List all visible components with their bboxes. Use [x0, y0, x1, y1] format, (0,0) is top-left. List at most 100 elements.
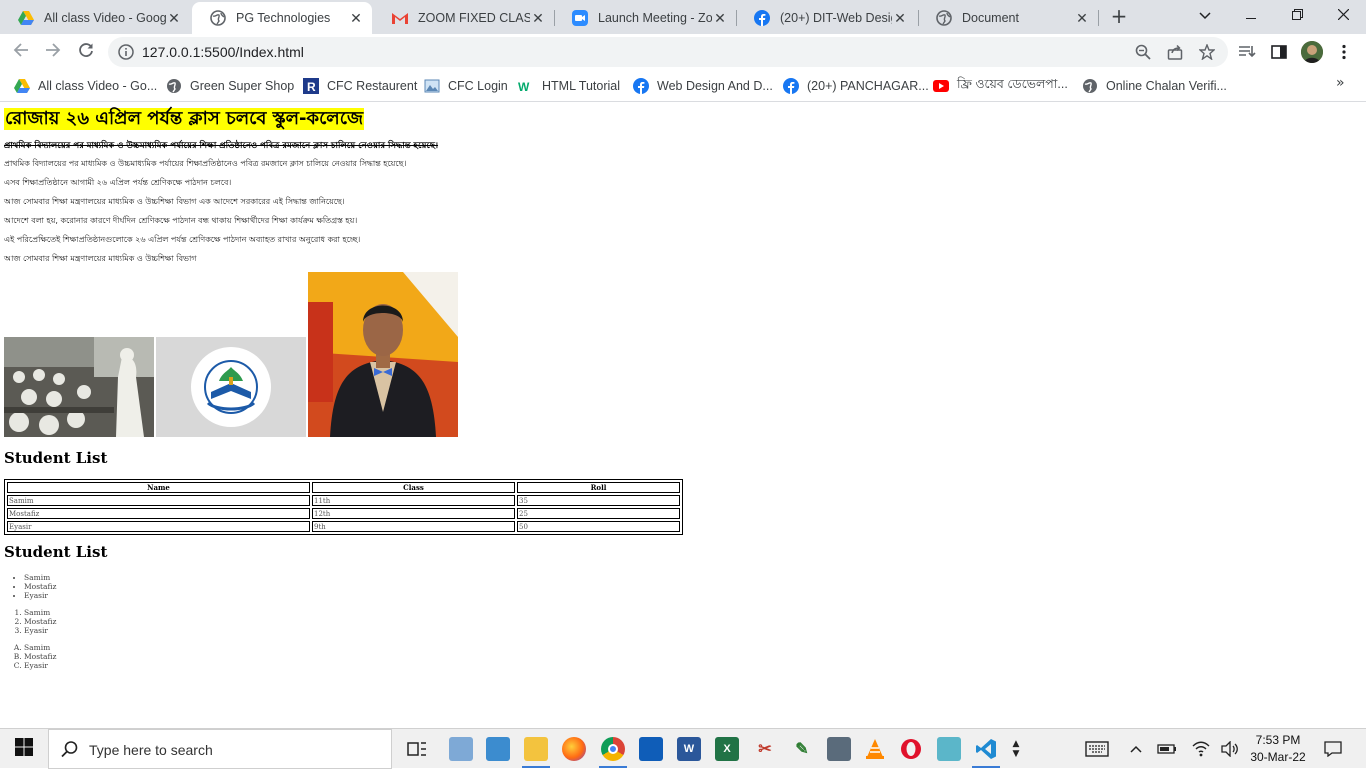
wifi-icon[interactable]: [1191, 739, 1211, 759]
gmail-icon: [392, 10, 408, 26]
calculator-icon[interactable]: [827, 737, 851, 761]
school-logo-image: [156, 337, 306, 437]
file-explorer-icon[interactable]: [524, 737, 548, 761]
word-icon[interactable]: W: [677, 737, 701, 761]
tab-pg-technologies[interactable]: PG Technologies ✕: [192, 2, 372, 34]
taskbar-search-box[interactable]: Type here to search: [48, 729, 392, 769]
new-tab-button[interactable]: +: [1108, 6, 1130, 28]
reading-list-icon[interactable]: [1238, 43, 1256, 61]
bookmark-cfc-restaurent[interactable]: R CFC Restaurent: [303, 76, 417, 96]
bookmark-cfc-login[interactable]: CFC Login: [424, 76, 508, 96]
bookmark-free-web-dev[interactable]: ফ্রি ওয়েব ডেভেলপা...: [933, 76, 1068, 96]
back-button[interactable]: [9, 40, 33, 64]
chevron-up-icon: ▲: [1012, 739, 1020, 749]
snipping-tool-icon[interactable]: ✂: [753, 737, 777, 761]
column-header-name: Name: [7, 482, 310, 493]
close-icon[interactable]: ✕: [530, 10, 546, 27]
app-icon[interactable]: [937, 737, 961, 761]
start-button[interactable]: [0, 729, 48, 769]
vscode-icon[interactable]: [974, 737, 998, 761]
bookmark-online-chalan[interactable]: Online Chalan Verifi...: [1082, 76, 1227, 96]
arrow-left-icon: [13, 42, 29, 62]
forward-button[interactable]: [41, 40, 65, 64]
close-window-button[interactable]: [1320, 0, 1366, 32]
cell-roll: 35: [517, 495, 680, 506]
w3-icon: W: [518, 78, 534, 94]
chevron-down-icon: [1199, 8, 1211, 24]
restore-button[interactable]: [1274, 0, 1320, 32]
bookmark-all-class-video[interactable]: All class Video - Go...: [14, 76, 157, 96]
tab-document[interactable]: Document ✕: [918, 2, 1098, 34]
tab-dit-web-design[interactable]: (20+) DIT-Web Design ✕: [736, 2, 916, 34]
reload-button[interactable]: [74, 40, 98, 64]
tab-divider: [554, 10, 555, 26]
list-item: Samim: [24, 573, 56, 582]
globe-icon: [166, 78, 182, 94]
cell-name: Eyasir: [7, 521, 310, 532]
svg-text:R: R: [307, 80, 316, 94]
column-header-roll: Roll: [517, 482, 680, 493]
list-item: Eyasir: [24, 591, 56, 600]
taskbar-scroll-icon[interactable]: ▲ ▼: [1006, 729, 1026, 769]
task-view-icon[interactable]: [405, 737, 429, 761]
chrome-icon[interactable]: [601, 737, 625, 761]
firefox-icon[interactable]: [562, 737, 586, 761]
info-icon[interactable]: [118, 44, 134, 64]
cell-roll: 50: [517, 521, 680, 532]
minimize-button[interactable]: [1228, 0, 1274, 32]
search-icon: [61, 740, 79, 762]
url-text[interactable]: 127.0.0.1:5500/Index.html: [142, 44, 304, 60]
vlc-icon[interactable]: [863, 737, 887, 761]
close-icon: [1337, 8, 1349, 24]
system-clock[interactable]: 7:53 PM 30-Mar-22: [1246, 732, 1310, 766]
close-icon[interactable]: ✕: [892, 10, 908, 27]
cell-class: 12th: [312, 508, 515, 519]
bookmark-label: Green Super Shop: [190, 79, 295, 93]
classroom-photo: [4, 337, 154, 437]
google-drive-icon: [18, 10, 34, 26]
tab-divider: [918, 10, 919, 26]
paragraph: প্রাথমিক বিদ্যালয়ের পর মাধ্যমিক ও উচ্চম…: [4, 159, 407, 168]
bookmark-web-design[interactable]: Web Design And D...: [633, 76, 773, 96]
control-panel-icon[interactable]: [486, 737, 510, 761]
close-icon[interactable]: ✕: [1074, 10, 1090, 27]
paragraph: আজ সোমবার শিক্ষা মন্ত্রণালয়ের মাধ্যমিক …: [4, 197, 345, 206]
close-icon[interactable]: ✕: [166, 10, 182, 27]
close-icon[interactable]: ✕: [712, 10, 728, 27]
chevron-right-icon[interactable]: »: [1336, 75, 1345, 91]
share-icon[interactable]: [1167, 44, 1183, 60]
keyboard-icon[interactable]: [1084, 739, 1110, 759]
unordered-student-list: Samim Mostafiz Eyasir: [24, 573, 56, 600]
menu-dots-icon[interactable]: [1335, 43, 1353, 61]
excel-icon[interactable]: X: [715, 737, 739, 761]
side-panel-icon[interactable]: [1270, 43, 1288, 61]
paint-icon[interactable]: ✎: [790, 737, 814, 761]
restore-icon: [1291, 8, 1303, 24]
close-icon[interactable]: ✕: [348, 10, 364, 27]
opera-icon[interactable]: [899, 737, 923, 761]
windows-taskbar: Type here to search W X ✂ ✎ ▲ ▼ 7:53 PM …: [0, 728, 1366, 769]
tab-title: Launch Meeting - Zoo: [598, 11, 712, 25]
tab-all-class-video[interactable]: All class Video - Goog ✕: [0, 2, 190, 34]
tab-search-button[interactable]: [1182, 0, 1228, 32]
profile-avatar[interactable]: [1301, 41, 1323, 63]
tab-zoom-fixed-class[interactable]: ZOOM FIXED CLASS L ✕: [374, 2, 554, 34]
address-bar[interactable]: 127.0.0.1:5500/Index.html: [108, 37, 1228, 67]
battery-icon[interactable]: [1157, 739, 1177, 759]
table-row: Eyasir 9th 50: [7, 521, 680, 532]
tab-divider: [736, 10, 737, 26]
store-icon[interactable]: [639, 737, 663, 761]
bookmark-green-super-shop[interactable]: Green Super Shop: [166, 76, 294, 96]
star-icon[interactable]: [1198, 43, 1216, 61]
bookmark-label: All class Video - Go...: [38, 79, 158, 93]
bookmark-html-tutorial[interactable]: W HTML Tutorial: [518, 76, 620, 96]
bookmark-panchagarh[interactable]: (20+) PANCHAGAR...: [783, 76, 929, 96]
notification-icon[interactable]: [1322, 739, 1344, 759]
tab-title: ZOOM FIXED CLASS L: [418, 11, 530, 25]
chevron-up-icon[interactable]: [1126, 739, 1146, 759]
speaker-icon[interactable]: [1220, 739, 1240, 759]
search-placeholder: Type here to search: [89, 742, 213, 758]
tab-launch-meeting[interactable]: Launch Meeting - Zoo ✕: [554, 2, 736, 34]
app-icon[interactable]: [449, 737, 473, 761]
zoom-icon[interactable]: [1135, 44, 1151, 60]
